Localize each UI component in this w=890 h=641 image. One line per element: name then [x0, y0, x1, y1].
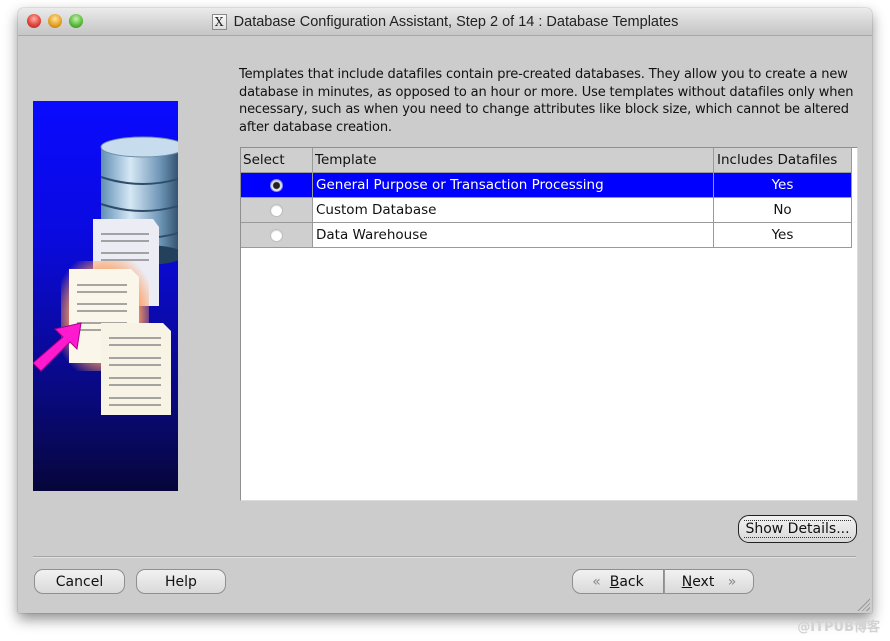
- column-header-select[interactable]: Select: [241, 148, 313, 173]
- illustration-graphic: [33, 136, 178, 415]
- select-cell[interactable]: [241, 172, 313, 198]
- radio-button[interactable]: [270, 228, 283, 242]
- show-details-label: Show Details...: [744, 520, 851, 538]
- cancel-button[interactable]: Cancel: [34, 569, 125, 594]
- select-cell[interactable]: [241, 197, 313, 223]
- title-container: X Database Configuration Assistant, Step…: [18, 8, 872, 35]
- document-icon: [101, 323, 171, 415]
- back-label: ack: [619, 574, 644, 590]
- chevron-right-icon: »: [727, 574, 737, 590]
- table-row[interactable]: Custom Database No: [241, 197, 852, 223]
- chevron-left-icon: «: [592, 574, 601, 590]
- back-mnemonic: B: [609, 574, 620, 590]
- column-header-template[interactable]: Template: [312, 148, 714, 173]
- database-templates-illustration: [33, 101, 178, 491]
- help-button[interactable]: Help: [136, 569, 226, 594]
- template-name[interactable]: Data Warehouse: [312, 222, 714, 248]
- next-button[interactable]: Next »: [664, 569, 754, 594]
- includes-datafiles-value: No: [713, 197, 852, 223]
- radio-button[interactable]: [270, 203, 283, 217]
- back-button[interactable]: « Back: [572, 569, 664, 594]
- title-bar[interactable]: X Database Configuration Assistant, Step…: [18, 8, 872, 36]
- next-label: ext: [692, 574, 715, 590]
- intro-description: Templates that include datafiles contain…: [239, 67, 854, 135]
- template-name[interactable]: General Purpose or Transaction Processin…: [312, 172, 714, 198]
- footer-separator: [33, 556, 856, 558]
- watermark: @ITPUB博客: [797, 620, 880, 635]
- dbca-window: X Database Configuration Assistant, Step…: [18, 8, 872, 613]
- table-row[interactable]: Data Warehouse Yes: [241, 222, 852, 248]
- templates-table[interactable]: Select Template Includes Datafiles Gener…: [240, 147, 858, 501]
- radio-button-selected[interactable]: [270, 178, 283, 192]
- includes-datafiles-value: Yes: [713, 172, 852, 198]
- table-row[interactable]: General Purpose or Transaction Processin…: [241, 172, 852, 198]
- x11-app-icon: X: [211, 13, 227, 30]
- includes-datafiles-value: Yes: [713, 222, 852, 248]
- column-header-includes-datafiles[interactable]: Includes Datafiles: [713, 148, 852, 173]
- template-name[interactable]: Custom Database: [312, 197, 714, 223]
- resize-grip-icon[interactable]: [856, 597, 870, 611]
- show-details-button[interactable]: Show Details...: [738, 515, 857, 543]
- next-mnemonic: N: [681, 574, 693, 590]
- select-cell[interactable]: [241, 222, 313, 248]
- window-title: Database Configuration Assistant, Step 2…: [233, 13, 679, 30]
- table-header-row: Select Template Includes Datafiles: [241, 148, 852, 173]
